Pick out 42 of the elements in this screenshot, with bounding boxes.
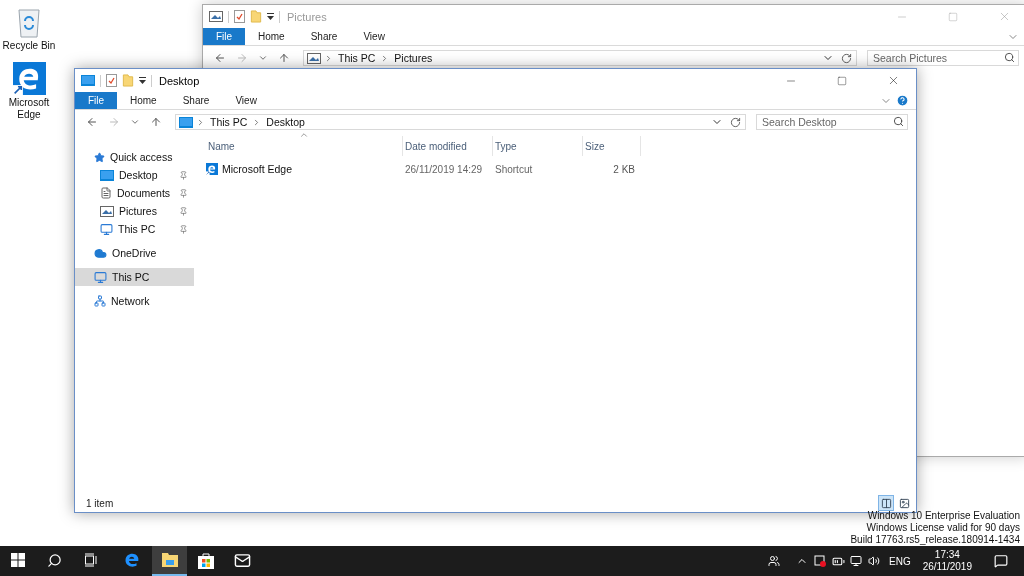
search-field[interactable]: Search Pictures xyxy=(867,50,1019,66)
desktop-icon-label[interactable]: Microsoft Edge xyxy=(1,97,57,121)
file-type: Shortcut xyxy=(494,163,534,175)
window-title: Desktop xyxy=(159,74,201,87)
column-header[interactable]: Date modified xyxy=(403,136,493,156)
breadcrumb[interactable]: This PC xyxy=(208,116,250,128)
breadcrumb[interactable]: Desktop xyxy=(264,116,307,128)
nav-item[interactable]: This PC xyxy=(75,220,194,238)
search-field[interactable]: Search Desktop xyxy=(756,114,908,130)
nav-item[interactable]: Documents xyxy=(75,184,194,202)
status-text: 1 item xyxy=(86,497,115,509)
file-name[interactable]: Microsoft Edge xyxy=(206,163,403,175)
ribbon-tab[interactable]: View xyxy=(350,28,398,45)
file-size: 2 KB xyxy=(612,163,636,175)
window-title: Pictures xyxy=(287,10,328,23)
desktop-icon-label[interactable]: Recycle Bin xyxy=(1,40,57,52)
system-notice-line: Windows License valid for 90 days xyxy=(866,522,1020,534)
address-bar[interactable]: This PC Desktop xyxy=(175,114,746,130)
ribbon-tab[interactable]: Share xyxy=(169,92,223,109)
nav-item[interactable]: Network xyxy=(75,292,194,310)
nav-item[interactable]: OneDrive xyxy=(75,244,194,262)
date-modified: 26/11/2019 14:29 xyxy=(404,163,484,175)
ribbon-tab[interactable]: Home xyxy=(245,28,298,45)
nav-item[interactable]: Desktop xyxy=(75,166,194,184)
nav-item[interactable]: Pictures xyxy=(75,202,194,220)
system-notice-line: Build 17763.rs5_release.180914-1434 xyxy=(850,534,1020,546)
file-tab[interactable]: File xyxy=(75,92,117,109)
ribbon-tab[interactable]: Home xyxy=(117,92,170,109)
file-tab[interactable]: File xyxy=(203,28,245,45)
breadcrumb[interactable]: This PC xyxy=(336,52,378,64)
ribbon-tab[interactable]: Share xyxy=(297,28,351,45)
nav-item[interactable]: This PC xyxy=(75,268,194,286)
column-header[interactable]: Name xyxy=(206,136,403,156)
language-button[interactable]: ENG xyxy=(883,546,917,576)
breadcrumb[interactable]: Pictures xyxy=(392,52,435,64)
nav-item[interactable]: Quick access xyxy=(75,148,194,166)
system-notice-line: Windows 10 Enterprise Evaluation xyxy=(867,510,1020,522)
column-header[interactable]: Type xyxy=(493,136,583,156)
clock[interactable]: 17:34 26/11/2019 xyxy=(916,546,978,576)
column-header[interactable]: Size xyxy=(583,136,641,156)
address-bar[interactable]: This PC Pictures xyxy=(303,50,857,66)
ribbon-tab[interactable]: View xyxy=(222,92,270,109)
